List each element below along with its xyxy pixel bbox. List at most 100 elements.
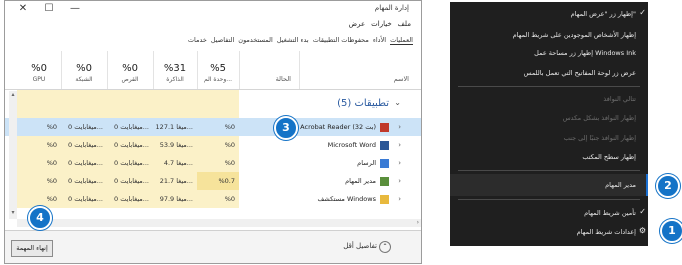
memory-cell: 4.7 ميغا...: [153, 154, 197, 172]
disk-label: القرص: [121, 76, 139, 83]
expand-chevron-icon[interactable]: ›: [398, 172, 401, 190]
scroll-down-icon[interactable]: ▾: [10, 209, 16, 217]
app-name: Microsoft Word: [328, 136, 389, 154]
menu-view[interactable]: عرض: [349, 20, 366, 28]
cpu-cell: %0: [197, 190, 239, 208]
menu-item-show-desktop[interactable]: إظهار سطح المكتب: [582, 153, 636, 161]
column-memory[interactable]: %31 الذاكرة: [153, 51, 198, 89]
table-row[interactable]: %0 0 ميغابايت... 0 ميغابايت... 53.9 ميغا...…: [5, 136, 421, 154]
expand-chevron-icon[interactable]: ›: [398, 118, 401, 136]
apps-section: تطبيقات (5) ⌄: [5, 90, 421, 118]
tab-performance[interactable]: الأداء: [373, 36, 386, 45]
window-title: إدارة المهام: [374, 4, 409, 12]
table-row[interactable]: %0 0 ميغابايت... 0 ميغابايت... 127.1 ميغا..…: [5, 118, 421, 136]
scroll-right-icon[interactable]: ›: [417, 219, 419, 226]
app-name-label: مستكشف Windows: [317, 195, 376, 203]
gpu-cell: %0: [17, 154, 61, 172]
tab-app-history[interactable]: محفوظات التطبيقات: [313, 36, 369, 45]
memory-cell: 53.9 ميغا...: [153, 136, 197, 154]
app-name: الرسام: [357, 154, 389, 172]
menu-item-show-people[interactable]: إظهار الأشخاص الموجودين على شريط المهام: [513, 31, 636, 39]
gpu-cell: %0: [17, 172, 61, 190]
column-gpu[interactable]: %0 GPU: [17, 51, 62, 89]
table-row[interactable]: %0 0 ميغابايت... 0 ميغابايت... 21.7 ميغا...…: [5, 172, 421, 190]
disk-cell: 0 ميغابايت...: [107, 136, 153, 154]
gpu-cell: %0: [46, 123, 57, 131]
network-cell: 0 ميغابايت...: [61, 172, 107, 190]
status-label: الحالة: [275, 75, 291, 83]
cpu-cell: %0: [197, 154, 239, 172]
column-header-row: %0 GPU %0 الشبكة %0 القرص %31 الذاكرة %5…: [5, 51, 421, 90]
maximize-icon[interactable]: ☐: [39, 3, 59, 15]
disk-cell: 0 ميغابايت...: [107, 190, 153, 208]
menu-item-cascade: تتالي النوافذ: [603, 95, 636, 103]
app-name-label: الرسام: [357, 159, 376, 167]
disk-cell: 0 ميغابايت...: [107, 154, 153, 172]
menu-separator: [458, 170, 640, 171]
menu-options[interactable]: خيارات: [371, 20, 392, 28]
cpu-percent: %5: [210, 63, 226, 74]
disk-percent: %0: [122, 63, 138, 74]
menu-file[interactable]: ملف: [398, 20, 411, 28]
network-percent: %0: [76, 63, 92, 74]
close-icon[interactable]: ✕: [13, 3, 33, 15]
tab-details[interactable]: التفاصيل: [211, 36, 234, 45]
task-manager-window: ✕ ☐ — إدارة المهام ملف خيارات عرض العملي…: [4, 0, 422, 264]
app-name: مدير المهام: [345, 172, 389, 190]
column-disk[interactable]: %0 القرص: [107, 51, 154, 89]
memory-cell: 21.7 ميغا...: [153, 172, 197, 190]
app-name-label: Microsoft Word: [327, 141, 376, 149]
menu-bar: ملف خيارات عرض: [349, 20, 411, 28]
check-icon: ✓: [639, 8, 646, 17]
menu-item-windows-ink[interactable]: إظهار زر مساحة عمل Windows Ink: [534, 49, 636, 57]
tab-users[interactable]: المستخدمون: [238, 36, 273, 45]
name-label: الاسم: [393, 75, 409, 83]
disk-cell: 0 ميغابايت...: [114, 123, 149, 131]
scroll-up-icon[interactable]: ▴: [10, 91, 16, 99]
column-network[interactable]: %0 الشبكة: [61, 51, 108, 89]
network-label: الشبكة: [75, 76, 93, 83]
cpu-label: وحدة الم...: [203, 76, 233, 83]
column-status[interactable]: الحالة: [239, 51, 300, 89]
scrollbar[interactable]: ▴ ▾: [9, 91, 17, 219]
column-name[interactable]: الاسم: [299, 51, 421, 89]
app-icon: [380, 140, 389, 150]
menu-item-show-task-view[interactable]: إظهار زر "عرض المهام": [571, 10, 636, 18]
callout-badge-1: 1: [660, 219, 682, 243]
column-cpu[interactable]: %5 وحدة الم...: [197, 51, 240, 89]
tab-processes[interactable]: العمليات: [390, 36, 413, 45]
chevron-down-icon[interactable]: ⌄: [394, 98, 401, 107]
menu-item-lock-taskbar[interactable]: تأمين شريط المهام: [584, 209, 636, 217]
network-cell: 0 ميغابايت...: [61, 154, 107, 172]
end-task-button[interactable]: إنهاء المهمة: [11, 240, 53, 257]
menu-top-edge: [450, 0, 650, 2]
table-row[interactable]: %0 0 ميغابايت... 0 ميغابايت... 97.9 ميغا...…: [5, 190, 421, 208]
minimize-icon[interactable]: —: [65, 3, 85, 15]
tab-services[interactable]: خدمات: [188, 36, 207, 45]
horizontal-scrollbar[interactable]: ›: [17, 219, 421, 227]
network-cell: 0 ميغابايت...: [61, 190, 107, 208]
section-title: تطبيقات (5): [337, 98, 389, 109]
expand-chevron-icon[interactable]: ›: [398, 136, 401, 154]
taskbar-context-menu: ✓ إظهار زر "عرض المهام" إظهار الأشخاص ال…: [450, 0, 650, 246]
check-icon: ✓: [639, 207, 646, 216]
fewer-details-link[interactable]: تفاصيل أقل: [343, 242, 377, 250]
app-name-label: مدير المهام: [345, 177, 376, 185]
memory-label: الذاكرة: [166, 76, 184, 83]
tab-startup[interactable]: بدء التشغيل: [277, 36, 309, 45]
callout-badge-4: 4: [28, 206, 52, 230]
callout-badge-2: 2: [656, 174, 680, 198]
expand-chevron-icon[interactable]: ›: [398, 154, 401, 172]
app-icon: [380, 176, 389, 186]
table-row[interactable]: %0 0 ميغابايت... 0 ميغابايت... 4.7 ميغا...%…: [5, 154, 421, 172]
network-cell: 0 ميغابايت...: [61, 136, 107, 154]
app-name: مستكشف Windows: [318, 190, 389, 208]
app-icon: [380, 158, 389, 168]
app-icon: [380, 122, 389, 132]
menu-item-task-manager[interactable]: مدير المهام: [605, 181, 636, 189]
chevron-up-icon[interactable]: ⌃: [379, 241, 391, 253]
gpu-percent: %0: [31, 63, 47, 74]
menu-item-touch-keyboard[interactable]: عرض زر لوحة المفاتيح التي تعمل باللمس: [524, 69, 636, 77]
menu-item-taskbar-settings[interactable]: إعدادات شريط المهام: [577, 228, 636, 236]
expand-chevron-icon[interactable]: ›: [398, 190, 401, 208]
